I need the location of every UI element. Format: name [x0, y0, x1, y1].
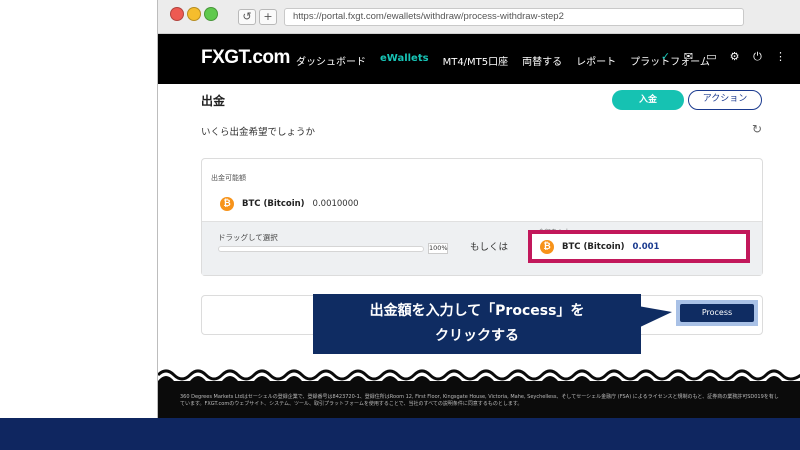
browser-toolbar: ↺ + https://portal.fxgt.com/ewallets/wit…: [158, 0, 800, 34]
menu-icon[interactable]: ⋮: [774, 50, 787, 63]
amount-currency: BTC (Bitcoin): [562, 241, 625, 252]
or-text: もしくは: [470, 242, 509, 253]
power-icon[interactable]: ⏻: [751, 50, 764, 63]
page-title: 出金: [201, 94, 226, 108]
top-navigation: FXGT.com ダッシュボード eWallets MT4/MT5口座 両替する…: [158, 34, 800, 84]
browser-window: ↺ + https://portal.fxgt.com/ewallets/wit…: [157, 0, 800, 418]
minimize-window-button[interactable]: [187, 7, 201, 21]
bitcoin-icon: ₿: [220, 197, 234, 211]
process-highlight: Process: [676, 300, 758, 326]
fxgt-logo[interactable]: FXGT.com: [201, 47, 290, 69]
action-button[interactable]: アクション: [688, 90, 762, 110]
process-button[interactable]: Process: [680, 304, 754, 322]
refresh-icon[interactable]: ↻: [752, 122, 762, 136]
header-icons: ✓ ✉ ▭ ⚙ ⏻ ⋮: [659, 50, 787, 63]
close-window-button[interactable]: [170, 7, 184, 21]
menu-item-dashboard[interactable]: ダッシュボード: [296, 53, 366, 68]
deposit-button[interactable]: 入金: [612, 90, 684, 110]
drag-label: ドラッグして選択: [218, 233, 278, 242]
withdraw-card: 出金可能額 ₿ BTC (Bitcoin) 0.0010000 ドラッグして選択…: [201, 158, 763, 276]
footer-disclaimer: 360 Degrees Markets Ltdはセーシェルの登録企業で、登録番号…: [180, 394, 779, 407]
screenshot-stage: ↺ + https://portal.fxgt.com/ewallets/wit…: [0, 0, 800, 450]
verified-icon: ✓: [660, 50, 671, 63]
available-balance: ₿ BTC (Bitcoin) 0.0010000: [220, 197, 359, 211]
bottom-band: [0, 418, 800, 450]
new-tab-icon[interactable]: +: [259, 9, 277, 25]
amount-slider[interactable]: [218, 246, 424, 252]
amount-input[interactable]: ₿ BTC (Bitcoin) 0.001: [528, 230, 750, 263]
main-menu: ダッシュボード eWallets MT4/MT5口座 両替する レポート プラッ…: [296, 53, 710, 68]
callout-line-2: クリックする: [435, 328, 519, 344]
available-amount: 0.0010000: [312, 199, 359, 209]
menu-item-exchange[interactable]: 両替する: [522, 53, 562, 68]
instruction-callout: 出金額を入力して「Process」を クリックする: [313, 294, 641, 354]
menu-item-ewallets[interactable]: eWallets: [380, 53, 429, 68]
bitcoin-icon: ₿: [540, 239, 554, 254]
mail-icon[interactable]: ✉: [682, 50, 695, 63]
site-footer: 360 Degrees Markets Ltdはセーシェルの登録企業で、登録番号…: [158, 381, 800, 418]
amount-question: いくら出金希望でしょうか: [201, 127, 316, 138]
amount-value: 0.001: [632, 241, 660, 252]
menu-item-reports[interactable]: レポート: [576, 53, 616, 68]
callout-line-1: 出金額を入力して「Process」を: [369, 303, 585, 319]
available-label: 出金可能額: [211, 174, 246, 182]
amount-selector: ドラッグして選択 100% もしくは 金額を入力 ₿ BTC (Bitcoin)…: [202, 221, 762, 275]
address-bar[interactable]: https://portal.fxgt.com/ewallets/withdra…: [284, 8, 744, 26]
reload-icon[interactable]: ↺: [238, 9, 256, 25]
card-icon[interactable]: ▭: [705, 50, 718, 63]
menu-item-mt-accounts[interactable]: MT4/MT5口座: [443, 53, 509, 68]
site-content: FXGT.com ダッシュボード eWallets MT4/MT5口座 両替する…: [158, 34, 800, 418]
gear-icon[interactable]: ⚙: [728, 50, 741, 63]
maximize-window-button[interactable]: [204, 7, 218, 21]
slider-percent: 100%: [428, 243, 448, 254]
callout-pointer: [638, 306, 672, 328]
available-currency: BTC (Bitcoin): [242, 199, 305, 209]
